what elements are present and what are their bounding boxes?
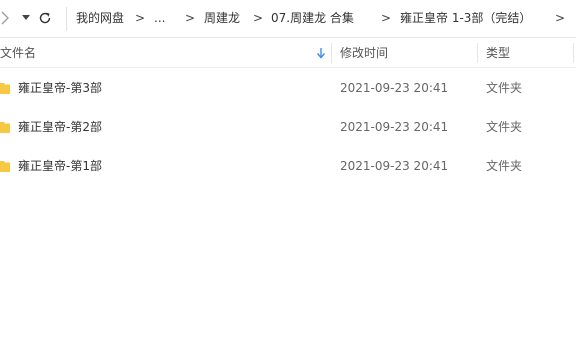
file-name[interactable]: 雍正皇帝-第2部 [18,120,102,134]
folder-icon [0,161,10,172]
refresh-icon [39,12,51,24]
breadcrumb-separator: > [135,11,146,25]
breadcrumb-separator: > [381,11,392,25]
folder-icon [0,122,10,133]
file-type: 文件夹 [486,81,523,95]
column-divider[interactable] [573,43,574,63]
breadcrumb-ellipsis[interactable]: ... [154,11,165,25]
file-name[interactable]: 雍正皇帝-第3部 [18,81,102,95]
toolbar: 我的网盘 > ... > 周建龙 > 07.周建龙 合集 > 雍正皇帝 1-3部… [0,0,576,38]
breadcrumb-my-drive[interactable]: 我的网盘 [76,11,124,25]
file-row[interactable]: 雍正皇帝-第3部 2021-09-23 20:41 文件夹 [0,73,576,103]
chevron-right-icon [1,11,9,25]
file-type: 文件夹 [486,159,523,173]
column-modified-header[interactable]: 修改时间 [340,46,388,60]
chevron-down-icon [22,15,30,20]
breadcrumb-author[interactable]: 周建龙 [204,11,240,25]
folder-icon [0,83,10,94]
file-row[interactable]: 雍正皇帝-第1部 2021-09-23 20:41 文件夹 [0,151,576,181]
breadcrumb-separator: > [253,11,264,25]
refresh-button[interactable] [36,7,54,29]
toolbar-divider [66,7,67,31]
file-modified-time: 2021-09-23 20:41 [340,120,449,134]
file-row[interactable]: 雍正皇帝-第2部 2021-09-23 20:41 文件夹 [0,112,576,142]
history-dropdown-button[interactable] [20,7,32,29]
column-type-header[interactable]: 类型 [486,46,510,60]
breadcrumb-collection[interactable]: 07.周建龙 合集 [271,11,354,25]
breadcrumb-separator: > [555,11,566,25]
column-divider[interactable] [477,43,478,63]
forward-button[interactable] [0,7,10,29]
breadcrumb-separator: > [185,11,196,25]
column-divider[interactable] [331,43,332,63]
sort-down-arrow-icon[interactable] [316,47,326,59]
file-type: 文件夹 [486,120,523,134]
column-header: 文件名 修改时间 类型 [0,38,576,68]
file-name[interactable]: 雍正皇帝-第1部 [18,159,102,173]
file-modified-time: 2021-09-23 20:41 [340,81,449,95]
column-name-header[interactable]: 文件名 [0,46,36,60]
breadcrumb-current-folder[interactable]: 雍正皇帝 1-3部（完结） [400,11,531,25]
file-modified-time: 2021-09-23 20:41 [340,159,449,173]
